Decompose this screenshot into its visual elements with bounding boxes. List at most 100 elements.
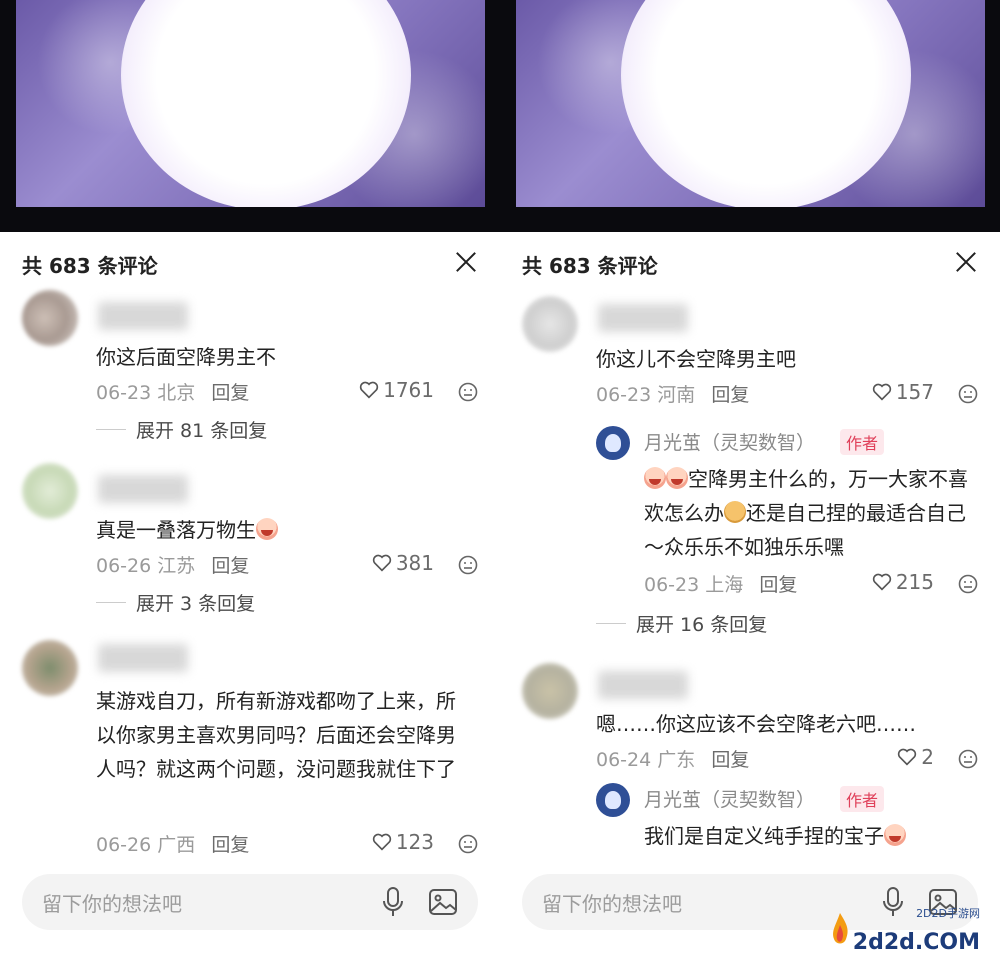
author-badge: 作者 [840,429,885,455]
like-button[interactable]: 215 [872,570,934,594]
like-button[interactable]: 1761 [359,378,434,402]
doge-emoji-icon [724,501,746,523]
comment-input-placeholder[interactable]: 留下你的想法吧 [542,888,682,917]
comment-input-placeholder[interactable]: 留下你的想法吧 [42,888,182,917]
expand-replies-button[interactable]: 展开 16 条回复 [596,610,767,637]
full-moon [621,0,911,207]
comment-date: 06-23 [96,382,152,404]
video-banner [0,0,500,232]
comment-meta: 06-26 广西 回复 [96,830,249,857]
like-count: 123 [395,830,434,854]
moon-image [516,0,985,207]
heart-icon [359,381,379,399]
sheet-header: 共 683 条评论 [22,250,480,280]
author-reply-text: 我们是自定义纯手捏的宝子 [644,819,974,853]
heart-icon [898,748,917,766]
comment-text: 嗯……你这应该不会空降老六吧…… [596,712,916,736]
expand-replies-button[interactable]: 展开 3 条回复 [96,589,255,616]
crying-emoji-icon [256,518,278,540]
comment-location: 广西 [157,834,196,856]
comment-meta: 06-23 河南 回复 [596,380,749,407]
emoji-face-icon[interactable] [958,574,978,594]
sheet-header: 共 683 条评论 [522,250,980,280]
comment-date: 06-26 [96,555,152,577]
emoji-face-icon[interactable] [958,384,978,404]
divider-line [596,623,626,624]
comment-location: 北京 [157,382,196,404]
username-blurred[interactable] [98,644,188,672]
username-blurred[interactable] [598,671,688,699]
expand-replies-label: 展开 3 条回复 [136,593,256,615]
comment-date: 06-23 [596,384,652,406]
emoji-face-icon[interactable] [958,749,978,769]
crying-emoji-icon [666,467,688,489]
author-avatar[interactable] [596,426,630,460]
heart-icon [872,573,891,591]
comment-date: 06-26 [96,834,152,856]
author-name[interactable]: 月光茧（灵契数智） [644,428,815,455]
comment-text: 真是一叠落万物生 [96,513,476,547]
comment-location: 上海 [705,574,744,596]
close-icon[interactable] [952,248,980,276]
username-blurred[interactable] [98,302,188,330]
like-count: 215 [895,570,934,594]
comment-meta: 06-26 江苏 回复 [96,551,249,578]
comment-sheet: 共 683 条评论 你这儿不会空降男主吧 06-23 河南 回复 157 月光茧… [500,232,1000,959]
moon-image [16,0,485,207]
flame-logo-icon [833,913,848,944]
comment-count-title: 共 683 条评论 [22,254,158,278]
reply-button[interactable]: 回复 [759,574,797,596]
watermark-sub: 2D2D手游网 [916,907,980,920]
reply-button[interactable]: 回复 [211,834,249,856]
comment-sheet: 共 683 条评论 你这后面空降男主不 06-23 北京 回复 1761 展开 … [0,232,500,959]
divider-line [96,602,126,603]
like-button[interactable]: 2 [897,745,934,769]
reply-button[interactable]: 回复 [211,555,249,577]
comment-count-title: 共 683 条评论 [522,254,658,278]
comment-location: 广东 [657,749,696,771]
expand-replies-button[interactable]: 展开 81 条回复 [96,416,267,443]
emoji-face-icon[interactable] [458,555,478,575]
expand-replies-label: 展开 81 条回复 [136,420,268,442]
comment-text: 某游戏自刀，所有新游戏都吻了上来，所以你家男主喜欢男同吗？后面还会空降男人吗？就… [96,689,456,781]
avatar[interactable] [22,290,78,346]
avatar[interactable] [22,640,78,696]
like-count: 1761 [383,378,434,402]
author-reply-text: 空降男主什么的，万一大家不喜欢怎么办 还是自己捏的最适合自己～众乐乐不如独乐乐嘿 [644,462,974,564]
reply-button[interactable]: 回复 [711,384,749,406]
reply-button[interactable]: 回复 [211,382,249,404]
crying-emoji-icon [884,824,906,846]
like-button[interactable]: 381 [372,551,434,575]
comment-text: 你这儿不会空降男主吧 [596,347,796,371]
avatar[interactable] [522,663,578,719]
like-button[interactable]: 157 [872,380,934,404]
heart-icon [372,554,391,572]
like-button[interactable]: 123 [372,830,434,854]
author-badge: 作者 [840,786,885,812]
emoji-face-icon[interactable] [458,382,478,402]
reply-button[interactable]: 回复 [711,749,749,771]
comment-location: 河南 [657,384,696,406]
avatar[interactable] [522,296,578,352]
like-count: 2 [921,745,934,769]
image-icon[interactable] [428,887,458,917]
comment-meta: 06-23 北京 回复 [96,378,249,405]
crying-emoji-icon [644,467,666,489]
username-blurred[interactable] [598,304,688,332]
heart-icon [872,383,891,401]
like-count: 157 [895,380,934,404]
comment-meta: 06-24 广东 回复 [596,745,749,772]
left-panel: 共 683 条评论 你这后面空降男主不 06-23 北京 回复 1761 展开 … [0,0,500,959]
microphone-icon[interactable] [382,887,404,917]
emoji-face-icon[interactable] [458,834,478,854]
author-avatar[interactable] [596,783,630,817]
author-reply-text-body: 我们是自定义纯手捏的宝子 [644,824,884,848]
comment-input-bar[interactable]: 留下你的想法吧 [22,874,478,930]
username-blurred[interactable] [98,475,188,503]
watermark-main: 2d2d.COM [852,930,980,955]
divider-line [96,429,126,430]
avatar[interactable] [22,463,78,519]
video-banner [500,0,1000,232]
close-icon[interactable] [452,248,480,276]
author-name[interactable]: 月光茧（灵契数智） [644,785,815,812]
